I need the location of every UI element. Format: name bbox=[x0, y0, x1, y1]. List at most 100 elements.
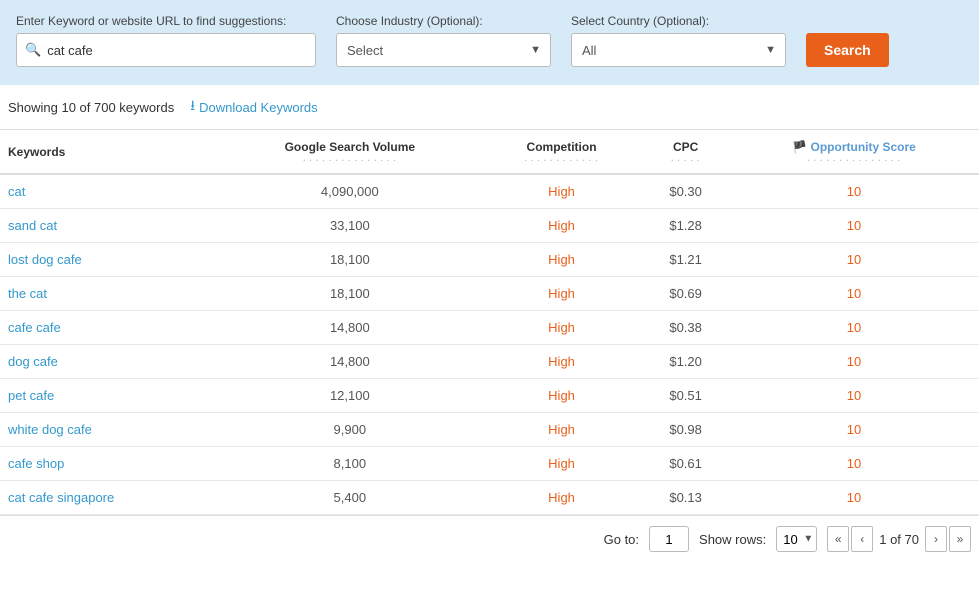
keywords-table: Keywords Google Search Volume . . . . . … bbox=[0, 130, 979, 515]
table-row: lost dog cafe 18,100 High $1.21 10 bbox=[0, 243, 979, 277]
show-rows-wrapper: 10 25 50 ▼ bbox=[776, 526, 817, 552]
search-button[interactable]: Search bbox=[806, 33, 889, 67]
keyword-search-box: 🔍 bbox=[16, 33, 316, 67]
table-body: cat 4,090,000 High $0.30 10 sand cat 33,… bbox=[0, 174, 979, 515]
cell-volume: 9,900 bbox=[219, 413, 481, 447]
cell-cpc: $1.20 bbox=[642, 345, 729, 379]
cell-cpc: $0.51 bbox=[642, 379, 729, 413]
download-icon: ⭳ bbox=[190, 95, 195, 119]
toolbar: Showing 10 of 700 keywords ⭳ Download Ke… bbox=[0, 85, 979, 130]
col-header-opportunity: 🏴 Opportunity Score . . . . . . . . . . … bbox=[729, 130, 979, 174]
cell-competition: High bbox=[481, 481, 642, 515]
cell-volume: 8,100 bbox=[219, 447, 481, 481]
cell-keyword: cat cafe singapore bbox=[0, 481, 219, 515]
cell-cpc: $0.30 bbox=[642, 174, 729, 209]
next-page-button[interactable]: › bbox=[925, 526, 947, 552]
industry-input-group: Choose Industry (Optional): Select ▼ bbox=[336, 14, 551, 67]
keyword-input[interactable] bbox=[47, 43, 307, 58]
cell-volume: 12,100 bbox=[219, 379, 481, 413]
last-page-button[interactable]: » bbox=[949, 526, 971, 552]
cell-volume: 5,400 bbox=[219, 481, 481, 515]
cell-competition: High bbox=[481, 413, 642, 447]
table-row: cat 4,090,000 High $0.30 10 bbox=[0, 174, 979, 209]
country-select-wrapper: All ▼ bbox=[571, 33, 786, 67]
cell-keyword: cafe cafe bbox=[0, 311, 219, 345]
cell-cpc: $0.38 bbox=[642, 311, 729, 345]
keyword-label: Enter Keyword or website URL to find sug… bbox=[16, 14, 316, 28]
cell-volume: 14,800 bbox=[219, 311, 481, 345]
cell-opportunity: 10 bbox=[729, 243, 979, 277]
table-row: dog cafe 14,800 High $1.20 10 bbox=[0, 345, 979, 379]
download-keywords-link[interactable]: ⭳ Download Keywords bbox=[190, 95, 317, 119]
cell-keyword: cat bbox=[0, 174, 219, 209]
cell-volume: 18,100 bbox=[219, 277, 481, 311]
cell-opportunity: 10 bbox=[729, 379, 979, 413]
top-bar: Enter Keyword or website URL to find sug… bbox=[0, 0, 979, 85]
industry-label: Choose Industry (Optional): bbox=[336, 14, 551, 28]
table-row: cafe shop 8,100 High $0.61 10 bbox=[0, 447, 979, 481]
cell-competition: High bbox=[481, 243, 642, 277]
col-header-competition: Competition . . . . . . . . . . . . bbox=[481, 130, 642, 174]
page-info: 1 of 70 bbox=[875, 532, 923, 547]
cell-keyword: sand cat bbox=[0, 209, 219, 243]
cell-competition: High bbox=[481, 379, 642, 413]
industry-select-wrapper: Select ▼ bbox=[336, 33, 551, 67]
cell-opportunity: 10 bbox=[729, 413, 979, 447]
download-text: Download Keywords bbox=[199, 100, 318, 115]
cell-competition: High bbox=[481, 447, 642, 481]
table-row: cafe cafe 14,800 High $0.38 10 bbox=[0, 311, 979, 345]
cell-opportunity: 10 bbox=[729, 209, 979, 243]
country-label: Select Country (Optional): bbox=[571, 14, 786, 28]
cell-opportunity: 10 bbox=[729, 174, 979, 209]
table-row: sand cat 33,100 High $1.28 10 bbox=[0, 209, 979, 243]
cell-cpc: $0.98 bbox=[642, 413, 729, 447]
cell-volume: 33,100 bbox=[219, 209, 481, 243]
cell-keyword: lost dog cafe bbox=[0, 243, 219, 277]
cell-opportunity: 10 bbox=[729, 447, 979, 481]
show-rows-select[interactable]: 10 25 50 bbox=[776, 526, 817, 552]
volume-dots: . . . . . . . . . . . . . . . bbox=[227, 154, 473, 163]
cell-competition: High bbox=[481, 345, 642, 379]
table-header-row: Keywords Google Search Volume . . . . . … bbox=[0, 130, 979, 174]
cell-keyword: white dog cafe bbox=[0, 413, 219, 447]
cell-cpc: $0.69 bbox=[642, 277, 729, 311]
cell-competition: High bbox=[481, 311, 642, 345]
cell-opportunity: 10 bbox=[729, 277, 979, 311]
table-row: the cat 18,100 High $0.69 10 bbox=[0, 277, 979, 311]
country-input-group: Select Country (Optional): All ▼ bbox=[571, 14, 786, 67]
country-select[interactable]: All bbox=[571, 33, 786, 67]
industry-select[interactable]: Select bbox=[336, 33, 551, 67]
show-rows-label: Show rows: bbox=[699, 532, 766, 547]
cell-competition: High bbox=[481, 174, 642, 209]
cell-keyword: pet cafe bbox=[0, 379, 219, 413]
cell-cpc: $1.21 bbox=[642, 243, 729, 277]
cell-keyword: the cat bbox=[0, 277, 219, 311]
pagination: Go to: Show rows: 10 25 50 ▼ « ‹ 1 of 70… bbox=[0, 515, 979, 562]
cell-cpc: $1.28 bbox=[642, 209, 729, 243]
keyword-input-group: Enter Keyword or website URL to find sug… bbox=[16, 14, 316, 67]
cell-opportunity: 10 bbox=[729, 481, 979, 515]
cell-keyword: dog cafe bbox=[0, 345, 219, 379]
col-header-cpc: CPC . . . . . bbox=[642, 130, 729, 174]
cell-volume: 18,100 bbox=[219, 243, 481, 277]
cpc-dots: . . . . . bbox=[650, 154, 721, 163]
opportunity-dots: . . . . . . . . . . . . . . . bbox=[737, 154, 971, 163]
cell-keyword: cafe shop bbox=[0, 447, 219, 481]
table-row: white dog cafe 9,900 High $0.98 10 bbox=[0, 413, 979, 447]
goto-input[interactable] bbox=[649, 526, 689, 552]
goto-label: Go to: bbox=[604, 532, 639, 547]
cell-opportunity: 10 bbox=[729, 311, 979, 345]
prev-page-button[interactable]: ‹ bbox=[851, 526, 873, 552]
col-header-keyword: Keywords bbox=[0, 130, 219, 174]
cell-cpc: $0.13 bbox=[642, 481, 729, 515]
first-page-button[interactable]: « bbox=[827, 526, 849, 552]
cell-volume: 4,090,000 bbox=[219, 174, 481, 209]
showing-text: Showing 10 of 700 keywords bbox=[8, 100, 174, 115]
cell-competition: High bbox=[481, 209, 642, 243]
cell-cpc: $0.61 bbox=[642, 447, 729, 481]
table-row: pet cafe 12,100 High $0.51 10 bbox=[0, 379, 979, 413]
cell-competition: High bbox=[481, 277, 642, 311]
col-header-volume: Google Search Volume . . . . . . . . . .… bbox=[219, 130, 481, 174]
search-icon: 🔍 bbox=[25, 42, 41, 58]
table-row: cat cafe singapore 5,400 High $0.13 10 bbox=[0, 481, 979, 515]
